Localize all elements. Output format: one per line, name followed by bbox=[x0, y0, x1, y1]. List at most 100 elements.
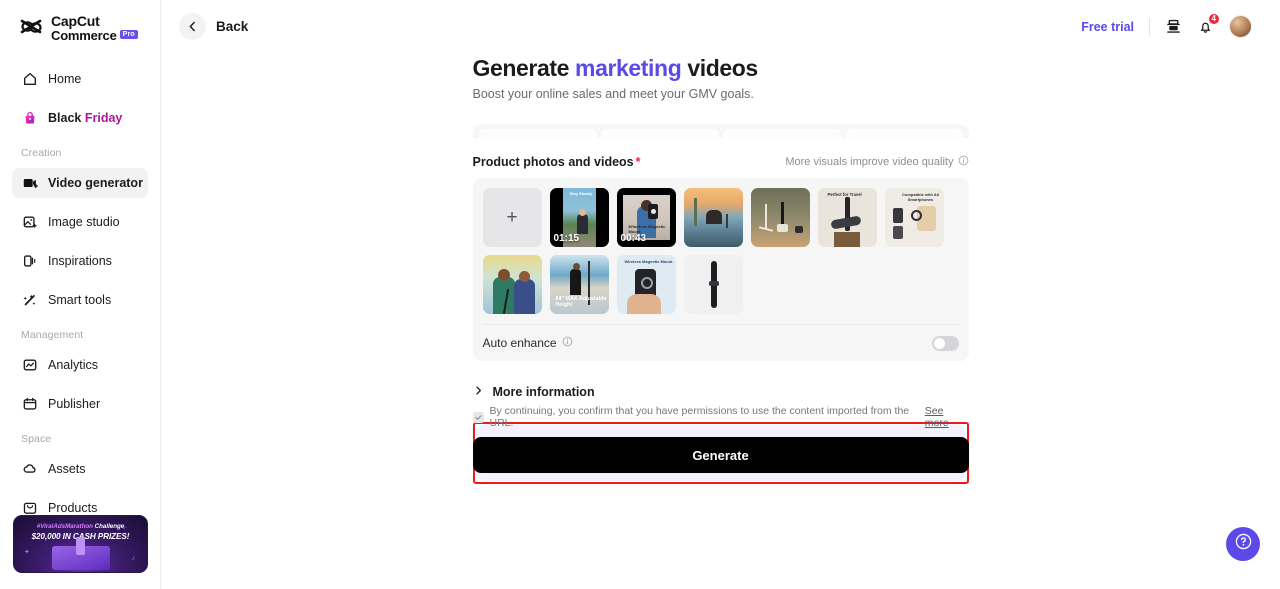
avatar[interactable] bbox=[1229, 15, 1252, 38]
scrolled-off-card[interactable] bbox=[472, 124, 969, 138]
sidebar-item-video-generator[interactable]: Video generator bbox=[12, 168, 148, 199]
promo-hashtag: #ViralAdsMarathon bbox=[36, 523, 93, 530]
media-thumb-photo[interactable]: 64" MAX Adjustable Height bbox=[549, 255, 609, 314]
media-field-label: Product photos and videos bbox=[472, 155, 634, 169]
media-grid: + Stay Steady 01:15 Effortless Magnetic … bbox=[482, 188, 959, 314]
sidebar-item-analytics[interactable]: Analytics bbox=[12, 350, 148, 380]
more-information-toggle[interactable]: More information bbox=[473, 383, 969, 401]
inspirations-icon bbox=[21, 253, 38, 270]
app-root: CapCut Commerce Pro Home Black Friday Cr… bbox=[0, 0, 1280, 589]
sidebar-item-label: Analytics bbox=[48, 358, 99, 373]
media-thumb-photo[interactable]: Wireless Magnetic Mount bbox=[616, 255, 676, 314]
capcut-logo-icon bbox=[20, 18, 44, 38]
card-segment bbox=[722, 129, 841, 138]
card-segment bbox=[478, 129, 597, 138]
assets-cloud-icon bbox=[21, 461, 38, 478]
publisher-icon bbox=[21, 396, 38, 413]
bf-accent: Friday bbox=[84, 111, 123, 126]
consent-checkbox[interactable] bbox=[472, 411, 484, 423]
media-duration: 00:43 bbox=[620, 233, 647, 244]
back-button[interactable]: Back bbox=[179, 13, 248, 40]
media-thumb-video[interactable]: Effortless Magnetic Mount 00:43 bbox=[616, 188, 676, 247]
auto-enhance-toggle[interactable] bbox=[931, 335, 959, 351]
media-thumb-photo[interactable]: Compatible with All Smartphones bbox=[884, 188, 944, 247]
thumb-caption: Wireless Magnetic Mount bbox=[624, 259, 673, 264]
sidebar: CapCut Commerce Pro Home Black Friday Cr… bbox=[0, 0, 161, 589]
title-prefix: Generate bbox=[472, 55, 576, 81]
promo-gift-graphic bbox=[52, 537, 110, 570]
promo-challenge: Challenge bbox=[92, 523, 125, 530]
home-icon bbox=[21, 71, 38, 88]
sidebar-item-smart-tools[interactable]: Smart tools bbox=[12, 285, 148, 315]
media-upload-card: + Stay Steady 01:15 Effortless Magnetic … bbox=[472, 178, 969, 361]
auto-enhance-row: Auto enhance bbox=[482, 324, 959, 361]
content-scroll-area: Generate marketing videos Boost your onl… bbox=[161, 53, 1280, 589]
see-more-link[interactable]: See more bbox=[925, 405, 969, 429]
media-thumb-video[interactable]: Stay Steady 01:15 bbox=[549, 188, 609, 247]
sidebar-group-title: Management bbox=[21, 329, 84, 342]
required-mark: * bbox=[635, 155, 641, 169]
media-thumb-photo[interactable] bbox=[683, 255, 743, 314]
chevron-right-icon bbox=[473, 383, 484, 401]
brand-logo[interactable]: CapCut Commerce Pro bbox=[12, 0, 148, 42]
sidebar-item-assets[interactable]: Assets bbox=[12, 454, 148, 484]
sidebar-item-label: Image studio bbox=[48, 215, 120, 230]
chevron-left-icon bbox=[179, 13, 206, 40]
thumb-caption: Perfect for Travel bbox=[827, 192, 862, 197]
sidebar-item-label: Black Friday bbox=[48, 111, 122, 125]
image-studio-icon bbox=[21, 214, 38, 231]
content-column: Generate marketing videos Boost your onl… bbox=[472, 55, 969, 484]
notifications-button[interactable]: 4 bbox=[1197, 13, 1220, 35]
card-segment bbox=[600, 129, 719, 138]
top-bar: Back Free trial 4 bbox=[161, 0, 1280, 53]
brand-name-line2: Commerce bbox=[51, 27, 117, 43]
back-label: Back bbox=[216, 19, 249, 34]
media-duration: 01:15 bbox=[553, 233, 580, 244]
sidebar-item-label: Products bbox=[48, 501, 98, 516]
sidebar-nav: Home Black Friday Creation Video generat… bbox=[12, 64, 148, 523]
main-area: Back Free trial 4 Generate marketing vid… bbox=[161, 0, 1280, 589]
more-information-label: More information bbox=[492, 385, 595, 399]
sidebar-item-image-studio[interactable]: Image studio bbox=[12, 207, 148, 237]
footer-actions: By continuing, you confirm that you have… bbox=[472, 405, 969, 473]
sidebar-group-title: Space bbox=[21, 433, 52, 446]
sidebar-item-label: Publisher bbox=[48, 397, 101, 412]
media-thumb-photo[interactable] bbox=[482, 255, 542, 314]
page-subtitle: Boost your online sales and meet your GM… bbox=[472, 87, 754, 101]
promo-banner[interactable]: #ViralAdsMarathon Challenge $20,000 IN C… bbox=[13, 515, 148, 573]
notification-badge: 4 bbox=[1207, 13, 1220, 25]
media-field-title: Product photos and videos * bbox=[473, 155, 641, 169]
media-thumb-photo[interactable]: Perfect for Travel bbox=[817, 188, 877, 247]
video-generator-icon bbox=[21, 175, 38, 192]
sidebar-item-home[interactable]: Home bbox=[12, 64, 148, 94]
auto-enhance-label: Auto enhance bbox=[482, 336, 557, 350]
question-mark-icon bbox=[1234, 532, 1253, 556]
help-button[interactable] bbox=[1226, 527, 1260, 561]
media-thumb-photo[interactable] bbox=[683, 188, 743, 247]
info-icon[interactable] bbox=[958, 155, 969, 169]
sidebar-item-label: Assets bbox=[48, 462, 86, 477]
sidebar-item-label: Video generator bbox=[48, 176, 143, 191]
media-hint: More visuals improve video quality bbox=[785, 155, 968, 169]
free-trial-button[interactable]: Free trial bbox=[1081, 20, 1134, 34]
media-field-header: Product photos and videos * More visuals … bbox=[473, 155, 969, 169]
media-thumb-photo[interactable] bbox=[750, 188, 810, 247]
sidebar-item-publisher[interactable]: Publisher bbox=[12, 389, 148, 419]
promo-sparkle-icon: ✧ bbox=[121, 525, 127, 532]
sidebar-item-inspirations[interactable]: Inspirations bbox=[12, 246, 148, 276]
add-media-button[interactable]: + bbox=[482, 188, 542, 247]
smart-tools-icon bbox=[21, 292, 38, 309]
consent-row: By continuing, you confirm that you have… bbox=[472, 405, 969, 429]
sidebar-item-label: Smart tools bbox=[48, 293, 112, 308]
brand-name-line1: CapCut bbox=[51, 13, 100, 29]
info-icon[interactable] bbox=[562, 336, 573, 350]
auto-enhance-label-wrap: Auto enhance bbox=[483, 336, 573, 350]
title-suffix: videos bbox=[681, 55, 758, 81]
shopping-bag-icon bbox=[21, 110, 38, 127]
sidebar-item-black-friday[interactable]: Black Friday bbox=[12, 103, 148, 133]
pro-badge: Pro bbox=[119, 30, 138, 39]
thumb-caption: 64" MAX Adjustable Height bbox=[555, 296, 607, 308]
layers-icon[interactable] bbox=[1165, 18, 1182, 35]
generate-button[interactable]: Generate bbox=[472, 437, 969, 473]
sidebar-item-label: Inspirations bbox=[48, 254, 112, 269]
